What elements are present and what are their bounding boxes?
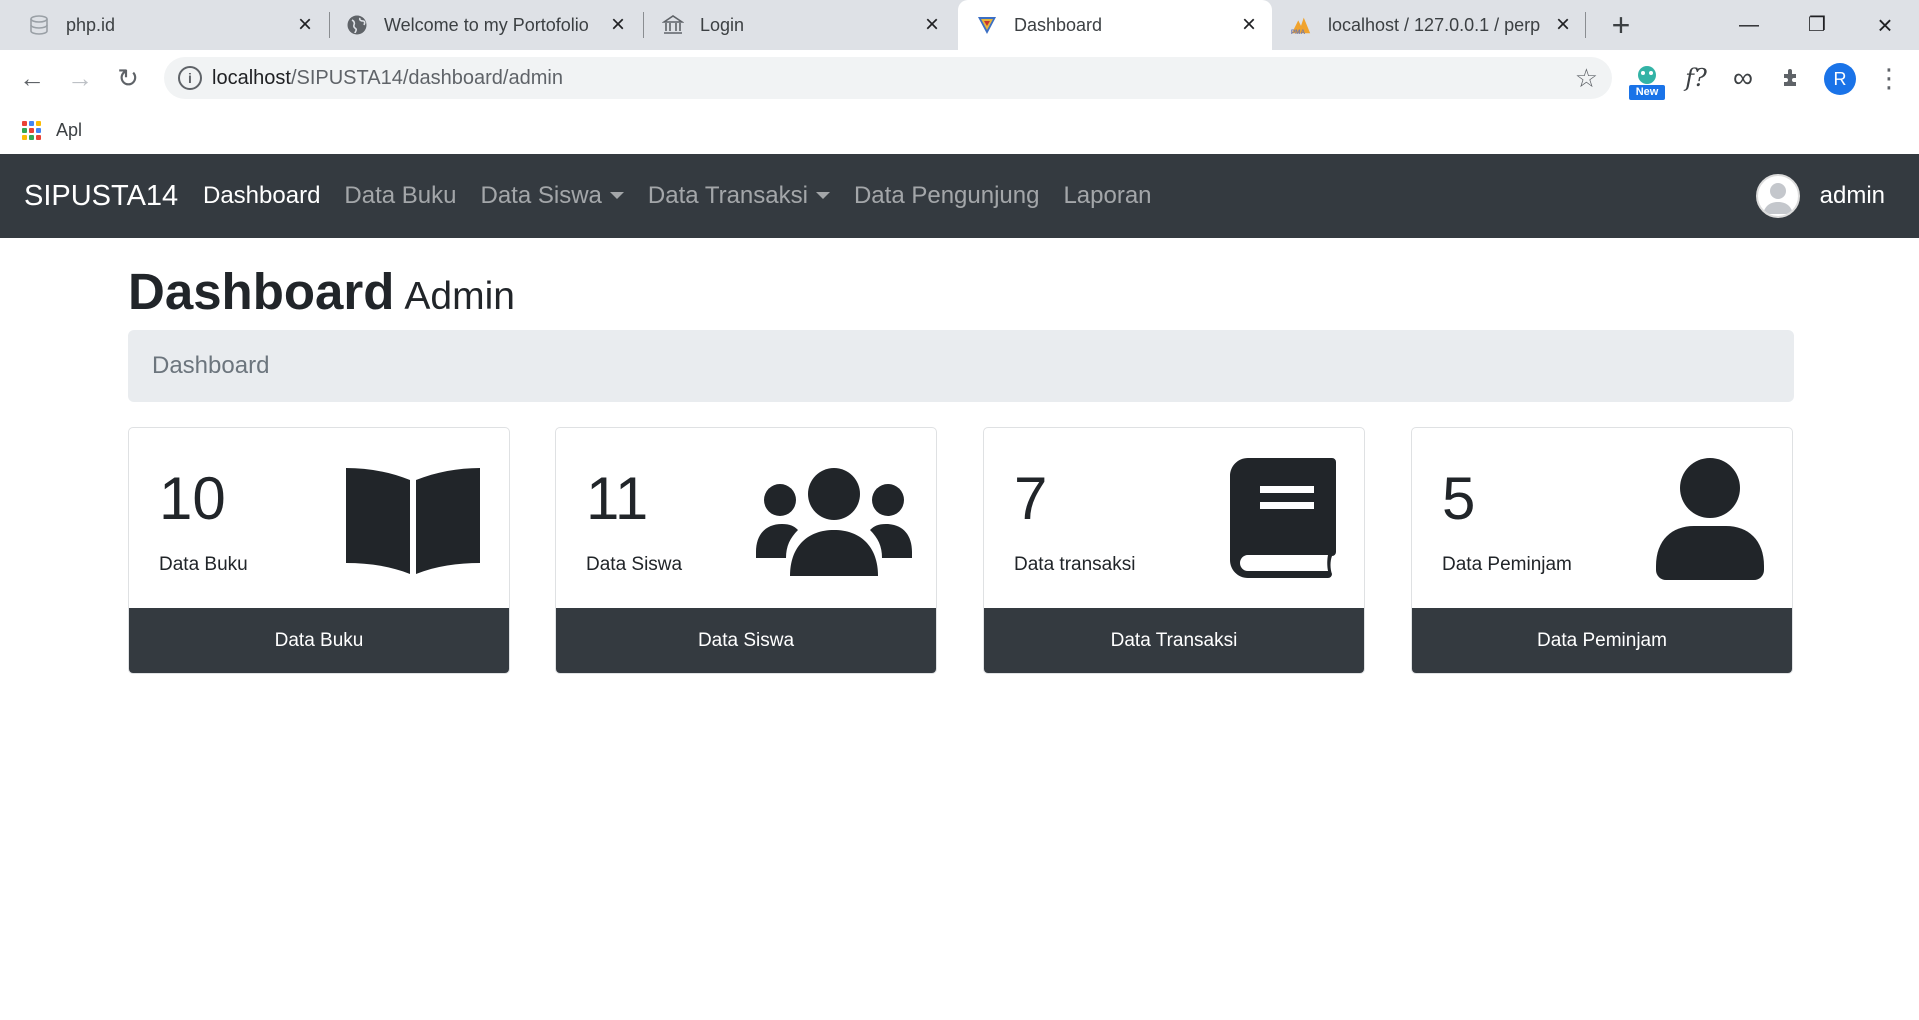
- extension-new-icon[interactable]: New: [1628, 64, 1666, 100]
- nav-data-transaksi-dropdown[interactable]: Data Transaksi: [648, 182, 830, 210]
- url-text[interactable]: localhost/SIPUSTA14/dashboard/admin: [212, 57, 563, 99]
- close-tab-icon[interactable]: ×: [1550, 12, 1576, 38]
- minimize-button[interactable]: —: [1729, 8, 1769, 42]
- nav-data-pengunjung[interactable]: Data Pengunjung: [854, 182, 1039, 210]
- bank-icon: [662, 14, 684, 36]
- card-count: 10: [159, 465, 226, 532]
- caret-down-icon: [815, 192, 830, 199]
- tab-title: Login: [700, 14, 745, 35]
- card-label: Data transaksi: [1014, 554, 1136, 575]
- card-label: Data Peminjam: [1442, 554, 1572, 575]
- nav-data-siswa-dropdown[interactable]: Data Siswa: [481, 182, 624, 210]
- browser-menu-icon[interactable]: ⋮: [1876, 60, 1902, 96]
- card-data-siswa: 11 Data Siswa Data Siswa: [555, 427, 937, 674]
- data-transaksi-button[interactable]: Data Transaksi: [984, 608, 1364, 673]
- tab-portofolio[interactable]: Welcome to my Portofolio ×: [330, 0, 644, 50]
- browser-toolbar: ← → ↻ i localhost/SIPUSTA14/dashboard/ad…: [0, 50, 1919, 106]
- tab-phpmyadmin[interactable]: PMA localhost / 127.0.0.1 / perp ×: [1272, 0, 1586, 50]
- site-navbar: SIPUSTA14 Dashboard Data Buku Data Siswa…: [0, 154, 1919, 238]
- user-name: admin: [1819, 182, 1885, 209]
- users-icon: [756, 466, 912, 581]
- close-tab-icon[interactable]: ×: [1236, 12, 1262, 38]
- database-icon: [28, 14, 50, 36]
- tab-title: Welcome to my Portofolio: [384, 14, 589, 35]
- page-subtitle: Admin: [404, 275, 515, 318]
- tab-separator: [1585, 12, 1586, 38]
- apps-label: Apl: [56, 120, 83, 140]
- data-siswa-button[interactable]: Data Siswa: [556, 608, 936, 673]
- browser-tabstrip: php.id × Welcome to my Portofolio × Logi…: [0, 0, 1919, 50]
- card-label: Data Siswa: [586, 554, 683, 575]
- reload-button[interactable]: ↻: [110, 60, 146, 96]
- tab-php-id[interactable]: php.id ×: [0, 0, 330, 50]
- book-open-icon: [343, 466, 483, 581]
- extensions-puzzle-icon[interactable]: [1774, 60, 1810, 96]
- profile-avatar[interactable]: R: [1824, 63, 1856, 95]
- new-tab-button[interactable]: +: [1604, 8, 1638, 42]
- card-count: 7: [1014, 465, 1048, 532]
- nav-dashboard[interactable]: Dashboard: [203, 182, 320, 210]
- card-label: Data Buku: [159, 554, 248, 575]
- svg-text:PMA: PMA: [1291, 29, 1306, 36]
- book-icon: [1230, 458, 1338, 585]
- infinity-extension-icon[interactable]: ∞: [1725, 60, 1761, 96]
- globe-icon: [346, 14, 368, 36]
- phpmyadmin-icon: PMA: [1290, 14, 1312, 36]
- address-bar[interactable]: i localhost/SIPUSTA14/dashboard/admin ☆: [164, 57, 1612, 99]
- close-tab-icon[interactable]: ×: [605, 12, 631, 38]
- tab-title: localhost / 127.0.0.1 / perp: [1328, 14, 1541, 35]
- data-peminjam-button[interactable]: Data Peminjam: [1412, 608, 1792, 673]
- formula-extension-icon[interactable]: f?: [1678, 60, 1714, 96]
- tab-title: Dashboard: [1014, 14, 1103, 35]
- close-tab-icon[interactable]: ×: [919, 12, 945, 38]
- close-tab-icon[interactable]: ×: [292, 12, 318, 38]
- tab-login[interactable]: Login ×: [644, 0, 958, 50]
- user-icon: [1656, 458, 1764, 585]
- card-count: 11: [586, 465, 649, 532]
- nav-data-buku[interactable]: Data Buku: [344, 182, 456, 210]
- tab-title: php.id: [66, 14, 116, 35]
- main-nav: Dashboard Data Buku Data Siswa Data Tran…: [203, 154, 1176, 238]
- breadcrumb: Dashboard: [128, 330, 1794, 402]
- card-data-transaksi: 7 Data transaksi Data Transaksi: [983, 427, 1365, 674]
- user-avatar: [1755, 174, 1800, 218]
- tab-dashboard[interactable]: Dashboard ×: [958, 0, 1272, 50]
- bookmarks-bar: Apl: [0, 106, 1919, 154]
- apps-bookmark[interactable]: Apl: [22, 120, 82, 141]
- apps-grid-icon: [22, 120, 42, 141]
- caret-down-icon: [609, 192, 624, 199]
- forward-button[interactable]: →: [62, 60, 98, 96]
- nav-laporan[interactable]: Laporan: [1063, 182, 1151, 210]
- page-title: Dashboard Admin: [128, 263, 515, 320]
- card-count: 5: [1442, 465, 1476, 532]
- user-menu[interactable]: admin: [1755, 154, 1885, 238]
- brand-logo-text[interactable]: SIPUSTA14: [24, 154, 178, 238]
- restore-button[interactable]: ❐: [1797, 8, 1837, 42]
- data-buku-button[interactable]: Data Buku: [129, 608, 509, 673]
- site-info-icon[interactable]: i: [178, 66, 202, 90]
- card-data-buku: 10 Data Buku Data Buku: [128, 427, 510, 674]
- shield-logo-icon: [976, 14, 998, 36]
- bookmark-star-icon[interactable]: ☆: [1575, 63, 1598, 94]
- card-data-peminjam: 5 Data Peminjam Data Peminjam: [1411, 427, 1793, 674]
- back-button[interactable]: ←: [14, 60, 50, 96]
- window-close-button[interactable]: ×: [1865, 8, 1905, 42]
